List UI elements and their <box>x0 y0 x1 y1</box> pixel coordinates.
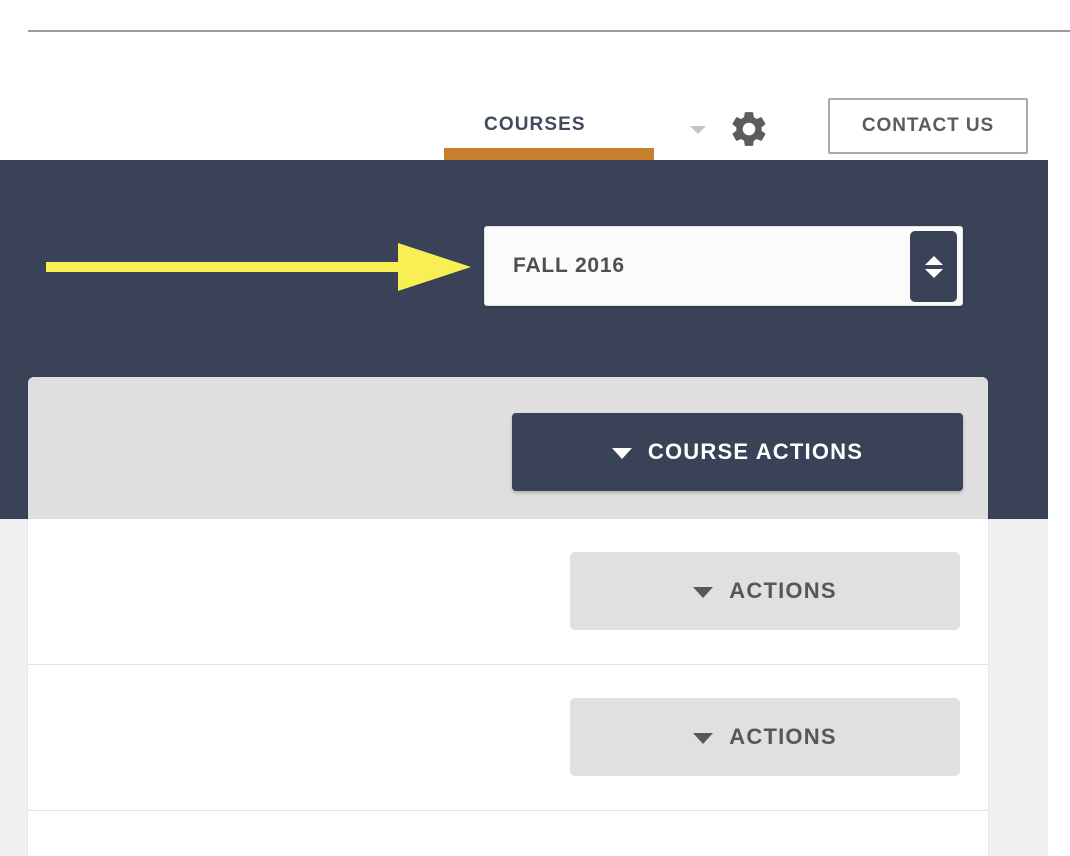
row-actions-label: ACTIONS <box>729 578 837 603</box>
contact-us-button[interactable]: CONTACT US <box>828 98 1028 154</box>
caret-down-icon <box>693 587 714 598</box>
nav-item-courses[interactable]: COURSES <box>484 114 586 136</box>
table-row[interactable] <box>28 811 988 856</box>
active-tab-indicator <box>444 148 654 160</box>
caret-down-icon <box>611 448 632 459</box>
row-actions-label: ACTIONS <box>729 724 837 749</box>
caret-down-icon <box>693 733 714 744</box>
gear-icon[interactable] <box>728 108 770 150</box>
up-down-stepper-icon[interactable] <box>910 231 957 302</box>
right-gutter <box>1048 32 1070 856</box>
row-actions-button[interactable]: ACTIONS <box>570 698 960 776</box>
utility-nav: COURSES CONTACT US <box>0 32 1070 160</box>
contact-us-label: CONTACT US <box>861 115 995 136</box>
row-actions-button[interactable]: ACTIONS <box>570 552 960 630</box>
course-actions-label: COURSE ACTIONS <box>647 439 864 464</box>
chevron-down-icon[interactable] <box>690 126 706 134</box>
term-select[interactable]: FALL 2016 <box>484 226 963 306</box>
table-row[interactable]: ACTIONS <box>28 519 988 665</box>
stepper-down-arrow[interactable] <box>924 268 943 278</box>
table-row[interactable]: ACTIONS <box>28 665 988 811</box>
term-select-value: FALL 2016 <box>513 254 625 277</box>
app-screenshot: COURSES CONTACT US FALL 2016 COURSE ACTI… <box>0 0 1070 856</box>
content-panel: COURSE ACTIONS ACTIONS ACTIONS <box>28 377 988 856</box>
course-list: ACTIONS ACTIONS <box>28 519 988 856</box>
course-actions-button[interactable]: COURSE ACTIONS <box>512 413 963 491</box>
stepper-up-arrow[interactable] <box>924 255 943 265</box>
panel-header: COURSE ACTIONS <box>28 377 988 519</box>
annotation-arrow-icon <box>46 243 471 291</box>
